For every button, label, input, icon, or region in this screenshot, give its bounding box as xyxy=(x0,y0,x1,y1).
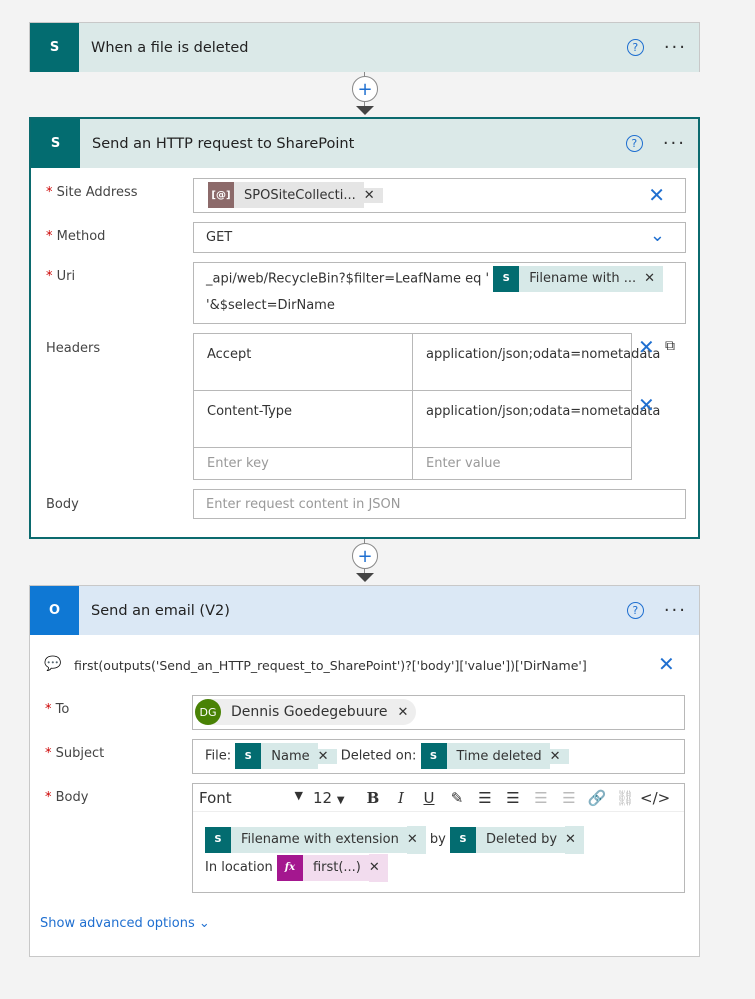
subject-label: Subject xyxy=(55,746,105,761)
http-title: Send an HTTP request to SharePoint xyxy=(92,135,355,152)
code-view-icon[interactable]: </> xyxy=(640,789,670,807)
sharepoint-icon: S xyxy=(31,119,80,168)
highlight-icon[interactable]: ✎ xyxy=(444,789,470,807)
help-icon[interactable]: ? xyxy=(626,39,644,56)
font-value: Font xyxy=(199,788,232,807)
remove-token-icon[interactable]: ✕ xyxy=(565,825,584,854)
body-text-2: In location xyxy=(205,860,273,875)
link-icon[interactable]: 🔗 xyxy=(584,789,610,807)
bullet-list-icon[interactable]: ☰ xyxy=(472,789,498,807)
trigger-card[interactable]: S When a file is deleted ? ··· xyxy=(29,22,700,72)
indent-icon[interactable]: ☰ xyxy=(528,789,554,807)
clear-icon[interactable]: ✕ xyxy=(648,183,665,207)
unlink-icon[interactable]: ⛓ xyxy=(612,789,638,807)
method-select[interactable]: GET ⌄ xyxy=(193,222,686,253)
sharepoint-icon: S xyxy=(420,743,447,769)
body-input[interactable]: Enter request content in JSON xyxy=(193,489,686,519)
delete-row-icon[interactable]: ✕ xyxy=(638,393,655,417)
editor-toolbar: Font ▼ 12 ▼ B I U ✎ ☰ ☰ ☰ ☰ 🔗 ⛓ </> xyxy=(193,784,684,812)
more-options-icon[interactable]: ··· xyxy=(664,600,687,621)
header-value[interactable]: application/json;odata=nometadata xyxy=(412,333,660,391)
remove-token-icon[interactable]: ✕ xyxy=(644,266,664,292)
header-value-input[interactable]: Enter value xyxy=(412,447,632,480)
body-label: Body xyxy=(55,790,89,805)
subject-text-2: Deleted on: xyxy=(340,748,417,764)
comment-text: first(outputs('Send_an_HTTP_request_to_S… xyxy=(74,658,587,673)
headers-label: Headers xyxy=(46,341,101,356)
variable-icon: [@] xyxy=(208,182,234,208)
underline-icon[interactable]: U xyxy=(416,789,442,807)
email-title: Send an email (V2) xyxy=(91,602,230,619)
body-editor[interactable]: Font ▼ 12 ▼ B I U ✎ ☰ ☰ ☰ ☰ 🔗 ⛓ </> S File… xyxy=(192,783,685,893)
remove-token-icon[interactable]: ✕ xyxy=(368,853,388,882)
more-options-icon[interactable]: ··· xyxy=(663,133,686,154)
http-card: S Send an HTTP request to SharePoint ? ·… xyxy=(29,117,700,539)
site-token: SPOSiteCollecti... xyxy=(234,182,364,208)
header-key[interactable]: Accept xyxy=(193,333,413,391)
add-step-button[interactable]: + xyxy=(352,543,378,569)
bold-icon[interactable]: B xyxy=(360,789,386,807)
remove-token-icon[interactable]: ✕ xyxy=(549,748,569,764)
subject-text: File: xyxy=(205,748,232,764)
site-address-field[interactable]: [@] SPOSiteCollecti... ✕ ✕ xyxy=(193,178,686,213)
more-options-icon[interactable]: ··· xyxy=(664,37,687,58)
outdent-icon[interactable]: ☰ xyxy=(556,789,582,807)
help-icon[interactable]: ? xyxy=(625,135,643,152)
uri-label: Uri xyxy=(56,269,76,284)
sharepoint-icon: S xyxy=(449,826,476,853)
body-text: by xyxy=(429,832,446,847)
subject-token: Time deleted xyxy=(446,743,550,769)
expression-icon: fx xyxy=(276,854,303,881)
font-size-select[interactable]: 12 ▼ xyxy=(313,789,358,807)
to-label: To xyxy=(55,702,70,717)
uri-text-2: '&$select=DirName xyxy=(206,297,335,313)
uri-token: Filename with ... xyxy=(519,266,645,292)
uri-field[interactable]: _api/web/RecycleBin?$filter=LeafName eq … xyxy=(193,262,686,324)
arrow-down-icon xyxy=(356,573,374,582)
body-token: Filename with extension xyxy=(231,826,407,853)
chevron-down-icon: ⌄ xyxy=(198,916,210,931)
font-select[interactable]: Font ▼ xyxy=(199,789,311,807)
help-icon[interactable]: ? xyxy=(626,602,644,619)
sharepoint-icon: S xyxy=(493,266,520,292)
switch-to-text-icon[interactable]: ⧉ xyxy=(665,338,675,354)
header-value[interactable]: application/json;odata=nometadata xyxy=(412,390,660,448)
sharepoint-icon: S xyxy=(30,23,79,72)
method-label: Method xyxy=(56,229,106,244)
numbered-list-icon[interactable]: ☰ xyxy=(500,789,526,807)
remove-token-icon[interactable]: ✕ xyxy=(363,187,383,203)
sharepoint-icon: S xyxy=(235,743,262,769)
comment-icon: 💬 xyxy=(44,656,62,672)
body-token: Deleted by xyxy=(475,826,566,853)
outlook-icon: O xyxy=(30,586,79,635)
body-label: Body xyxy=(46,497,79,512)
delete-row-icon[interactable]: ✕ xyxy=(638,335,655,359)
arrow-down-icon xyxy=(356,106,374,115)
chevron-down-icon: ⌄ xyxy=(649,225,665,246)
site-label: Site Address xyxy=(56,185,138,200)
close-comment-icon[interactable]: ✕ xyxy=(658,652,675,676)
email-card: O Send an email (V2) ? ··· 💬 first(outpu… xyxy=(29,585,700,957)
show-advanced-options-link[interactable]: Show advanced options ⌄ xyxy=(40,916,210,931)
header-key[interactable]: Content-Type xyxy=(193,390,413,448)
subject-field[interactable]: File: S Name ✕ Deleted on: S Time deleted ✕ xyxy=(192,739,685,774)
advanced-label: Show advanced options xyxy=(40,916,195,931)
remove-token-icon[interactable]: ✕ xyxy=(406,825,426,854)
italic-icon[interactable]: I xyxy=(388,789,414,807)
sharepoint-icon: S xyxy=(205,826,231,853)
remove-token-icon[interactable]: ✕ xyxy=(317,748,337,764)
subject-token: Name xyxy=(261,743,318,769)
header-key-input[interactable]: Enter key xyxy=(193,447,413,480)
uri-text: _api/web/RecycleBin?$filter=LeafName eq … xyxy=(206,271,490,287)
to-field[interactable]: DG Dennis Goedegebuure ✕ xyxy=(192,695,685,730)
font-size-value: 12 xyxy=(313,788,333,807)
remove-recipient-icon[interactable]: ✕ xyxy=(398,705,409,720)
expression-token: first(...) xyxy=(302,854,369,881)
method-value: GET xyxy=(206,230,233,245)
recipient-name: Dennis Goedegebuure xyxy=(231,704,388,720)
add-step-button[interactable]: + xyxy=(352,76,378,102)
trigger-title: When a file is deleted xyxy=(91,39,249,56)
avatar: DG xyxy=(195,699,221,725)
